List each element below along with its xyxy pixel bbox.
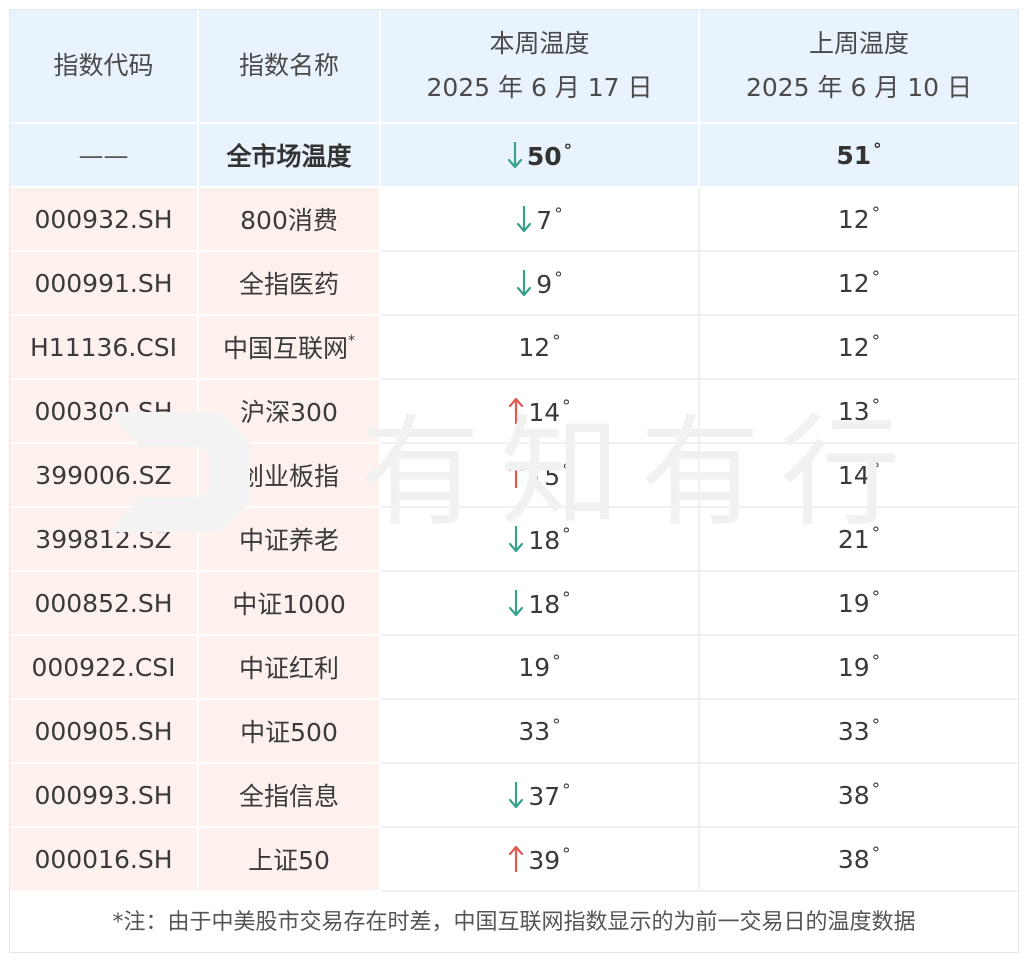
current-temperature: 18 ° (380, 507, 700, 572)
arrow-down-icon (517, 205, 532, 232)
index-code: 000905.SH (10, 699, 199, 764)
index-name: 上证50 (198, 827, 381, 892)
index-name: 中证1000 (198, 571, 381, 636)
arrow-down-icon (517, 269, 532, 296)
table-row: H11136.CSI 中国互联网* 12 ° 12 ° (10, 315, 1018, 380)
header-current: 本周温度 2025 年 6 月 17 日 (380, 10, 700, 124)
footnote: *注：由于中美股市交易存在时差，中国互联网指数显示的为前一交易日的温度数据 (112, 910, 916, 935)
table-row: 399812.SZ 中证养老 18 ° 21 ° (10, 507, 1018, 572)
previous-temperature: 19 ° (699, 571, 1018, 636)
header-previous-date: 2025 年 6 月 10 日 (745, 73, 973, 102)
arrow-down-icon (507, 141, 522, 168)
current-temperature: 15 ° (380, 443, 700, 508)
current-temperature: 14 ° (380, 379, 700, 444)
table-row: 000922.CSI 中证红利 19 ° 19 ° (10, 635, 1018, 700)
index-code: 000932.SH (10, 187, 199, 252)
header-previous: 上周温度 2025 年 6 月 10 日 (699, 10, 1018, 124)
index-code: H11136.CSI (10, 315, 199, 380)
index-name: 全指信息 (198, 763, 381, 828)
header-name: 指数名称 (198, 10, 381, 124)
arrow-down-icon (509, 589, 524, 616)
table-row: 000852.SH 中证1000 18 ° 19 ° (10, 571, 1018, 636)
table-row: 000905.SH 中证500 33 ° 33 ° (10, 699, 1018, 764)
previous-temperature: 38 ° (699, 763, 1018, 828)
header-current-date: 2025 年 6 月 17 日 (426, 73, 653, 102)
previous-temperature: 38 ° (699, 827, 1018, 892)
index-code: 000300.SH (10, 379, 199, 444)
arrow-down-icon (509, 525, 524, 552)
current-temperature: 33 ° (380, 699, 700, 764)
current-temperature: 7 ° (380, 187, 700, 252)
previous-temperature: 12 ° (699, 187, 1018, 252)
index-code: 000993.SH (10, 763, 199, 828)
index-name: 中证红利 (198, 635, 381, 700)
index-code: 399006.SZ (10, 443, 199, 508)
header-previous-title: 上周温度 (808, 29, 909, 58)
arrow-up-icon (509, 461, 524, 488)
index-name-footnote-mark: * (348, 333, 355, 349)
current-temperature: 39 ° (380, 827, 700, 892)
previous-temperature: 19 ° (699, 635, 1018, 700)
current-temperature: 12 ° (380, 315, 700, 380)
index-code: 000922.CSI (10, 635, 199, 700)
index-name: 全指医药 (198, 251, 381, 316)
temperature-table-card: 有知有行 指数代码 指数名称 本周温度 2025 年 6 月 17 日 上周温度… (9, 9, 1019, 953)
index-code: 000991.SH (10, 251, 199, 316)
current-temperature: 18 ° (380, 571, 700, 636)
table-row: 000991.SH 全指医药 9 ° 12 ° (10, 251, 1018, 316)
index-name: 中国互联网* (198, 315, 381, 380)
previous-temperature: 21 ° (699, 507, 1018, 572)
market-temperature-row: —— 全市场温度 50 ° 51 ° (10, 123, 1018, 188)
market-name: 全市场温度 (198, 123, 381, 188)
index-name: 创业板指 (198, 443, 381, 508)
index-code: 000852.SH (10, 571, 199, 636)
previous-temperature: 13 ° (699, 379, 1018, 444)
current-temperature: 37 ° (380, 763, 700, 828)
table-row: 000993.SH 全指信息 37 ° 38 ° (10, 763, 1018, 828)
index-name: 沪深300 (198, 379, 381, 444)
arrow-up-icon (509, 397, 524, 424)
header-code: 指数代码 (10, 10, 199, 124)
market-code: —— (10, 123, 199, 188)
temperature-table: 指数代码 指数名称 本周温度 2025 年 6 月 17 日 上周温度 2025… (10, 10, 1018, 892)
previous-temperature: 12 ° (699, 315, 1018, 380)
index-code: 399812.SZ (10, 507, 199, 572)
index-name: 800消费 (198, 187, 381, 252)
index-name: 中证养老 (198, 507, 381, 572)
table-header-row: 指数代码 指数名称 本周温度 2025 年 6 月 17 日 上周温度 2025… (10, 10, 1018, 124)
table-row: 000932.SH 800消费 7 ° 12 ° (10, 187, 1018, 252)
table-row: 000300.SH 沪深300 14 ° 13 ° (10, 379, 1018, 444)
table-row: 399006.SZ 创业板指 15 ° 14 ° (10, 443, 1018, 508)
header-current-title: 本周温度 (489, 29, 590, 58)
previous-temperature: 33 ° (699, 699, 1018, 764)
arrow-down-icon (509, 781, 524, 808)
index-name: 中证500 (198, 699, 381, 764)
index-code: 000016.SH (10, 827, 199, 892)
current-temperature: 9 ° (380, 251, 700, 316)
market-current: 50 ° (380, 123, 700, 188)
arrow-up-icon (509, 845, 524, 872)
previous-temperature: 12 ° (699, 251, 1018, 316)
market-previous: 51 ° (699, 123, 1018, 188)
current-temperature: 19 ° (380, 635, 700, 700)
previous-temperature: 14 ° (699, 443, 1018, 508)
table-row: 000016.SH 上证50 39 ° 38 ° (10, 827, 1018, 892)
